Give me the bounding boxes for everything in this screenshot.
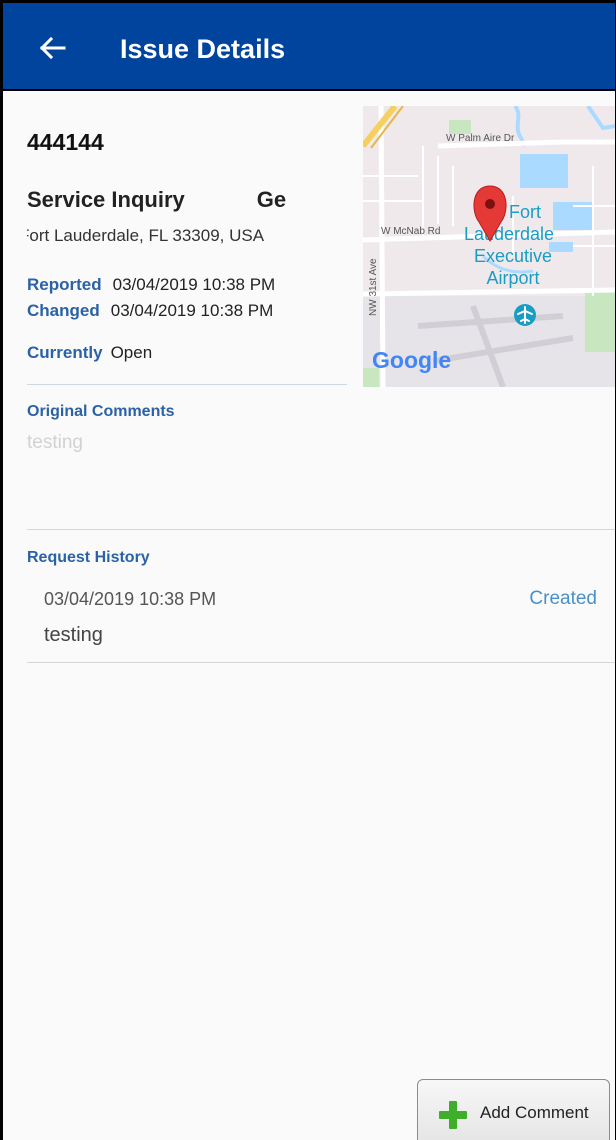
reported-row: Reported 03/04/2019 10:38 PM bbox=[27, 274, 275, 296]
reported-label: Reported bbox=[27, 275, 102, 294]
request-history-label: Request History bbox=[27, 549, 150, 566]
changed-value: 03/04/2019 10:38 PM bbox=[110, 301, 274, 320]
currently-row: Currently Open bbox=[27, 342, 152, 364]
issue-address: Fort Lauderdale, FL 33309, USA bbox=[27, 226, 265, 245]
add-comment-button[interactable]: Add Comment bbox=[417, 1079, 610, 1140]
summary-divider bbox=[27, 384, 347, 385]
app-screen: Issue Details 444144 Service Inquiry Ge F… bbox=[0, 0, 616, 1140]
app-bar: Issue Details bbox=[3, 3, 615, 91]
changed-row: Changed 03/04/2019 10:38 PM bbox=[27, 300, 273, 322]
original-comment-text: testing bbox=[27, 432, 83, 453]
history-comment: testing bbox=[44, 624, 103, 646]
reported-value: 03/04/2019 10:38 PM bbox=[112, 275, 276, 294]
airplane-icon bbox=[514, 304, 536, 326]
poi-label-line3: Executive bbox=[474, 246, 552, 266]
service-type-row: Service Inquiry Ge bbox=[27, 186, 343, 214]
map-view[interactable]: W Palm Aire Dr W McNab Rd NW 31st Ave Fo… bbox=[363, 106, 615, 387]
comments-divider bbox=[27, 529, 615, 530]
map-graphic: W Palm Aire Dr W McNab Rd NW 31st Ave Fo… bbox=[363, 106, 615, 387]
changed-label: Changed bbox=[27, 301, 100, 320]
page-title: Issue Details bbox=[120, 34, 286, 64]
map-logo: Google bbox=[372, 347, 451, 373]
poi-label-line1: Fort bbox=[509, 202, 541, 222]
arrow-left-icon[interactable] bbox=[36, 31, 70, 65]
status-value: Open bbox=[110, 343, 153, 362]
road-label-mcnab: W McNab Rd bbox=[381, 226, 440, 237]
history-status: Created bbox=[529, 588, 597, 609]
poi-label-line4: Airport bbox=[486, 268, 539, 288]
road-label-31st: NW 31st Ave bbox=[368, 258, 379, 316]
service-type-clipped-suffix: Ge bbox=[256, 187, 287, 212]
add-comment-label: Add Comment bbox=[480, 1103, 589, 1122]
original-comments-label: Original Comments bbox=[27, 403, 175, 420]
plus-icon bbox=[439, 1101, 467, 1129]
history-date: 03/04/2019 10:38 PM bbox=[44, 589, 217, 609]
history-divider bbox=[27, 662, 615, 663]
currently-label: Currently bbox=[27, 343, 103, 362]
service-type: Service Inquiry bbox=[27, 187, 185, 212]
issue-id: 444144 bbox=[27, 129, 104, 155]
poi-label-line2: Lauderdale bbox=[464, 224, 554, 244]
road-label-palm-aire: W Palm Aire Dr bbox=[446, 133, 515, 144]
